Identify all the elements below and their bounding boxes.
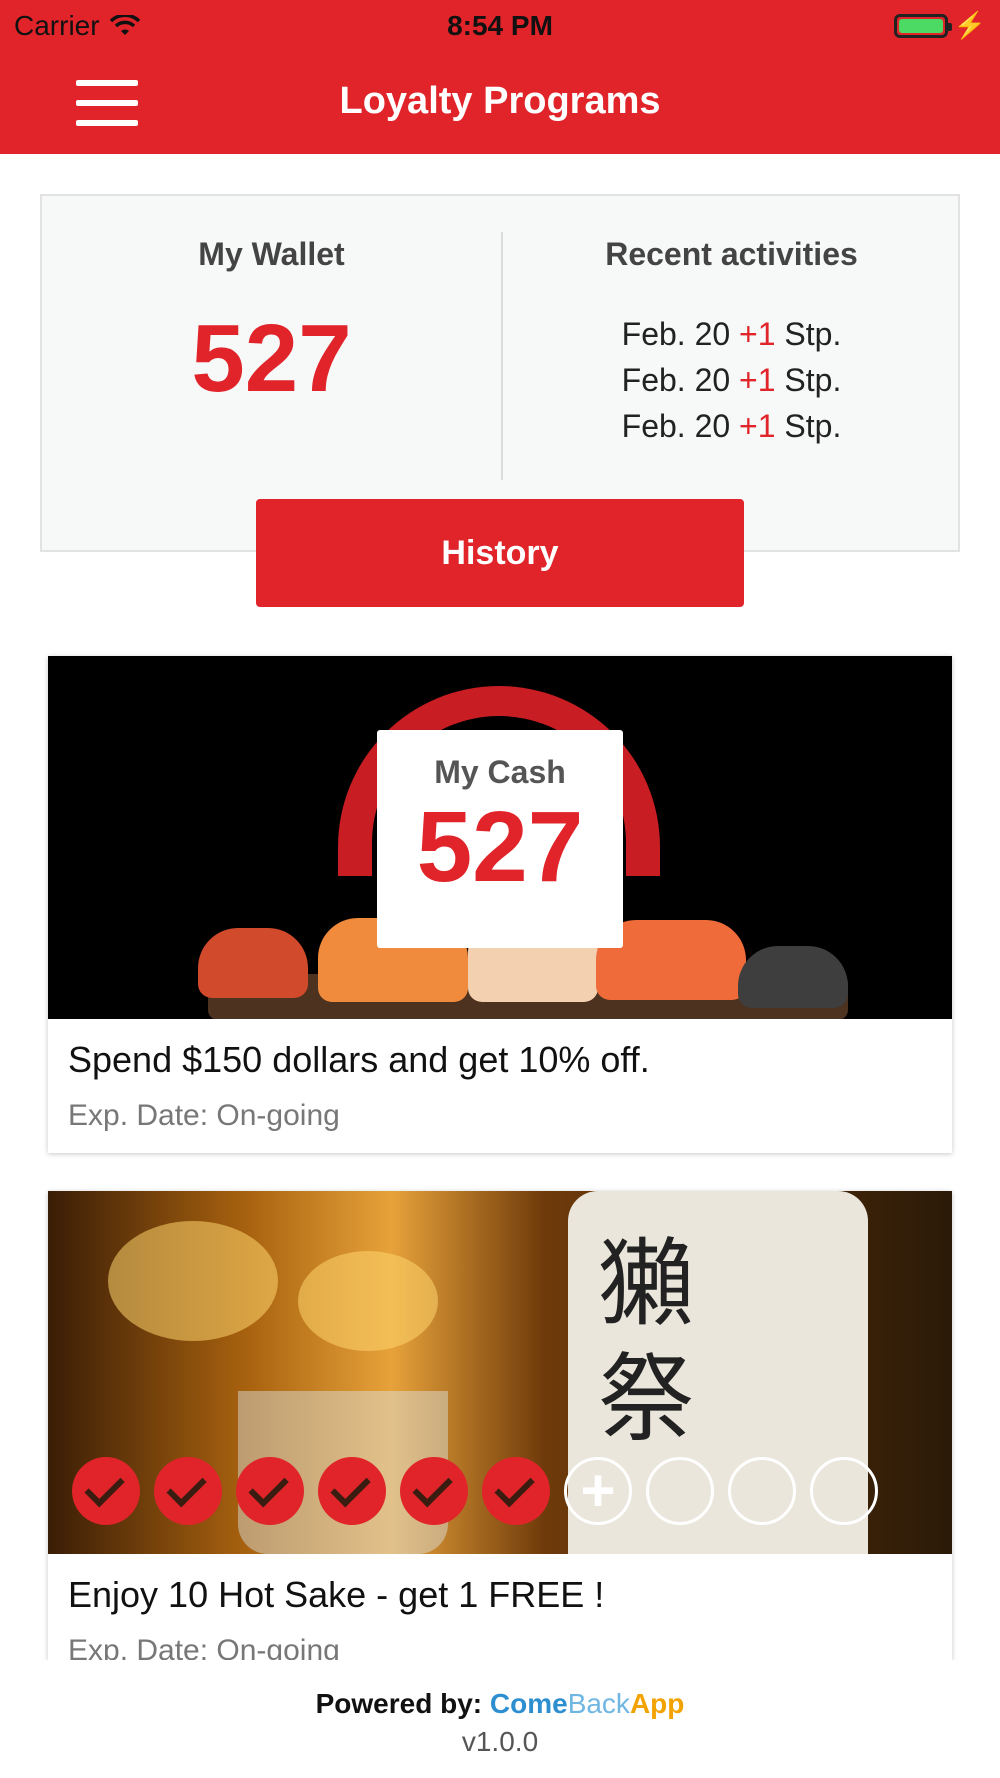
offer-expiration: Exp. Date: On-going: [68, 1634, 340, 1661]
my-cash-box: My Cash 527: [377, 730, 623, 948]
stamp-collected-icon: [482, 1457, 550, 1525]
stamp-collected-icon: [318, 1457, 386, 1525]
powered-by-label: Powered by:: [315, 1688, 483, 1719]
stamp-empty-icon: [810, 1457, 878, 1525]
offer-image-sake: 獺祭 +: [48, 1191, 952, 1554]
wallet-amount: 527: [191, 305, 352, 412]
offer-card-cash[interactable]: My Cash 527 Spend $150 dollars and get 1…: [48, 656, 952, 1153]
my-cash-label: My Cash: [434, 754, 566, 790]
stamp-collected-icon: [154, 1457, 222, 1525]
offer-image-sushi: My Cash 527: [48, 656, 952, 1019]
activity-item: Feb. 20 +1 Stp.: [503, 311, 960, 357]
recent-activities-heading: Recent activities: [605, 236, 858, 272]
stamp-row: +: [72, 1457, 878, 1525]
activity-date: Feb. 20: [621, 316, 731, 352]
footer: Powered by: ComeBackApp v1.0.0: [0, 1660, 1000, 1778]
status-time: 8:54 PM: [447, 10, 553, 41]
wallet-summary: My Wallet 527: [42, 196, 501, 407]
add-stamp-icon[interactable]: +: [564, 1457, 632, 1525]
offer-title: Spend $150 dollars and get 10% off.: [68, 1039, 650, 1080]
activity-unit: Stp.: [784, 316, 842, 352]
stamp-collected-icon: [72, 1457, 140, 1525]
activity-item: Feb. 20 +1 Stp.: [503, 357, 960, 403]
brand-logo[interactable]: ComeBackApp: [490, 1688, 684, 1719]
activity-points: +1: [739, 316, 776, 352]
activity-unit: Stp.: [784, 362, 842, 398]
powered-by: Powered by: ComeBackApp: [0, 1688, 1000, 1720]
offer-title: Enjoy 10 Hot Sake - get 1 FREE !: [68, 1574, 605, 1615]
activity-points: +1: [739, 362, 776, 398]
wallet-heading: My Wallet: [198, 236, 345, 272]
offer-expiration: Exp. Date: On-going: [68, 1099, 340, 1132]
activity-date: Feb. 20: [621, 408, 731, 444]
my-cash-amount: 527: [416, 791, 584, 903]
stamp-empty-icon: [728, 1457, 796, 1525]
offer-card-stamps[interactable]: 獺祭 + Enjoy 10 Hot Sake - get 1 FREE ! Ex…: [48, 1191, 952, 1661]
activity-date: Feb. 20: [621, 362, 731, 398]
activity-points: +1: [739, 408, 776, 444]
recent-activities: Recent activities Feb. 20 +1 Stp. Feb. 2…: [503, 196, 960, 449]
activity-item: Feb. 20 +1 Stp.: [503, 403, 960, 449]
top-bar: Carrier 8:54 PM ⚡ Loyalty Programs: [0, 0, 1000, 154]
history-button[interactable]: History: [256, 499, 744, 607]
battery-icon: [893, 13, 952, 38]
activity-list: Feb. 20 +1 Stp. Feb. 20 +1 Stp. Feb. 20 …: [503, 311, 960, 449]
app-version: v1.0.0: [461, 1726, 539, 1757]
stamp-collected-icon: [236, 1457, 304, 1525]
stamp-collected-icon: [400, 1457, 468, 1525]
page-title: Loyalty Programs: [339, 80, 661, 122]
stamp-empty-icon: [646, 1457, 714, 1525]
status-battery: ⚡: [893, 10, 986, 41]
charging-icon: ⚡: [953, 10, 986, 40]
activity-unit: Stp.: [784, 408, 842, 444]
